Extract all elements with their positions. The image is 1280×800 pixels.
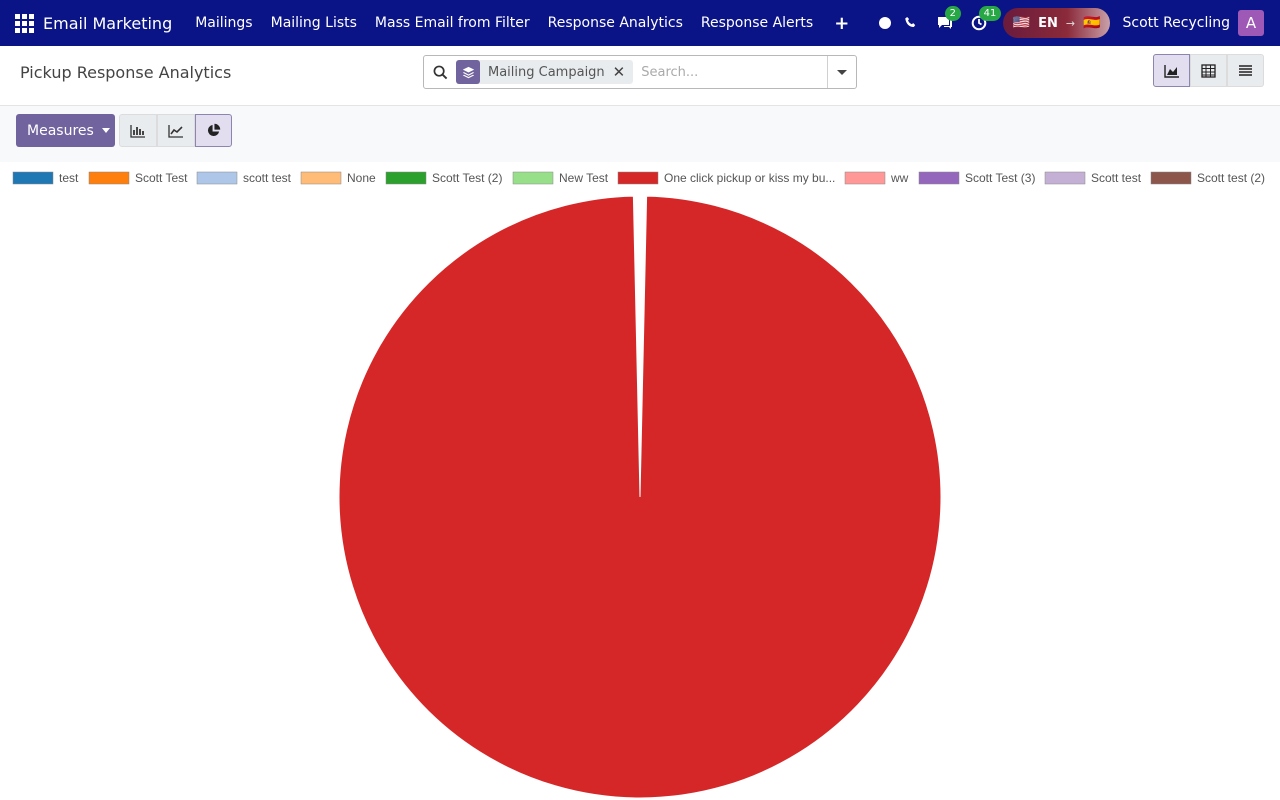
list-icon: [1239, 65, 1252, 76]
pie-chart-icon: [207, 123, 221, 137]
menu-mass-email-from-filter[interactable]: Mass Email from Filter: [366, 15, 539, 31]
status-dot-icon[interactable]: [878, 17, 891, 29]
menu-response-analytics[interactable]: Response Analytics: [539, 15, 692, 31]
chevron-down-icon: [101, 128, 110, 133]
search-facet: Mailing Campaign ✕: [456, 60, 634, 84]
graph-toolbar: Measures: [0, 106, 1280, 162]
chart-legend: test Scott Test scott test None Scott Test (…: [12, 171, 1265, 185]
legend-label[interactable]: New Test: [559, 171, 609, 185]
facet-label: Mailing Campaign: [488, 64, 605, 80]
legend-swatch[interactable]: [617, 171, 659, 185]
pie-slice[interactable]: [338, 195, 942, 799]
app-brand[interactable]: Email Marketing: [43, 14, 172, 33]
legend-swatch[interactable]: [385, 171, 427, 185]
user-name[interactable]: Scott Recycling: [1122, 15, 1230, 31]
pie-chart-button[interactable]: [195, 114, 232, 147]
spain-flag-icon: 🇪🇸: [1083, 15, 1101, 31]
pie-chart: test Scott Test scott test None Scott Test (…: [0, 162, 1280, 800]
legend-label[interactable]: Scott Test: [135, 171, 188, 185]
legend-label[interactable]: Scott Test (3): [965, 171, 1035, 185]
legend-label[interactable]: scott test: [243, 171, 292, 185]
legend-swatch[interactable]: [196, 171, 238, 185]
messages-icon[interactable]: 2: [933, 6, 961, 35]
chevron-down-icon: [837, 69, 847, 75]
menu-mailing-lists[interactable]: Mailing Lists: [262, 15, 366, 31]
bar-chart-icon: [130, 124, 145, 138]
legend-swatch[interactable]: [300, 171, 342, 185]
avatar[interactable]: A: [1238, 10, 1264, 36]
control-panel: Pickup Response Analytics Mailing Campai…: [0, 46, 1280, 106]
legend-label[interactable]: One click pickup or kiss my bu...: [664, 171, 835, 185]
legend-label[interactable]: Scott test: [1091, 171, 1142, 185]
legend-label[interactable]: ww: [890, 171, 909, 185]
apps-menu-icon[interactable]: [0, 0, 48, 46]
messages-badge: 2: [944, 6, 961, 21]
legend-swatch[interactable]: [1150, 171, 1192, 185]
legend-swatch[interactable]: [88, 171, 130, 185]
arrow-right-icon: →: [1065, 16, 1076, 30]
area-chart-icon: [1163, 64, 1179, 78]
legend-swatch[interactable]: [1044, 171, 1086, 185]
legend-label[interactable]: test: [59, 171, 79, 185]
graph-view-button[interactable]: [1153, 54, 1190, 87]
search-input[interactable]: [641, 64, 832, 80]
remove-facet-close-icon[interactable]: ✕: [613, 63, 634, 81]
search-icon[interactable]: [424, 65, 456, 80]
pivot-view-button[interactable]: [1190, 54, 1227, 87]
layers-icon: [456, 60, 480, 84]
measures-button[interactable]: Measures: [16, 114, 115, 147]
legend-swatch[interactable]: [918, 171, 960, 185]
phone-icon[interactable]: [899, 11, 923, 35]
us-flag-icon: 🇺🇸: [1012, 15, 1031, 31]
pivot-table-icon: [1201, 63, 1216, 78]
activities-clock-icon[interactable]: 41: [967, 6, 1002, 35]
add-menu-icon[interactable]: +: [822, 13, 861, 34]
measures-label: Measures: [27, 122, 94, 139]
top-navbar: Email Marketing Mailings Mailing Lists M…: [0, 0, 1280, 46]
legend-label[interactable]: Scott Test (2): [432, 171, 502, 185]
activities-badge: 41: [978, 6, 1002, 21]
list-view-button[interactable]: [1227, 54, 1264, 87]
line-chart-button[interactable]: [157, 114, 195, 147]
legend-swatch[interactable]: [12, 171, 54, 185]
line-chart-icon: [168, 124, 183, 138]
language-code: EN: [1038, 15, 1058, 31]
search-options-toggle[interactable]: [827, 56, 856, 88]
legend-swatch[interactable]: [844, 171, 886, 185]
legend-label[interactable]: None: [347, 171, 376, 185]
language-switcher[interactable]: 🇺🇸 EN → 🇪🇸: [1002, 8, 1111, 38]
legend-label[interactable]: Scott test (2): [1197, 171, 1265, 185]
legend-swatch[interactable]: [512, 171, 554, 185]
bar-chart-button[interactable]: [119, 114, 157, 147]
chart-mode-group: [119, 114, 232, 147]
pie-chart-svg: test Scott Test scott test None Scott Test (…: [12, 171, 1265, 799]
menu-response-alerts[interactable]: Response Alerts: [692, 15, 822, 31]
view-switcher: [1153, 54, 1264, 87]
pie-slices: [338, 195, 942, 799]
menu-mailings[interactable]: Mailings: [186, 15, 261, 31]
page-title: Pickup Response Analytics: [20, 63, 232, 82]
search-bar: Mailing Campaign ✕: [423, 55, 857, 89]
